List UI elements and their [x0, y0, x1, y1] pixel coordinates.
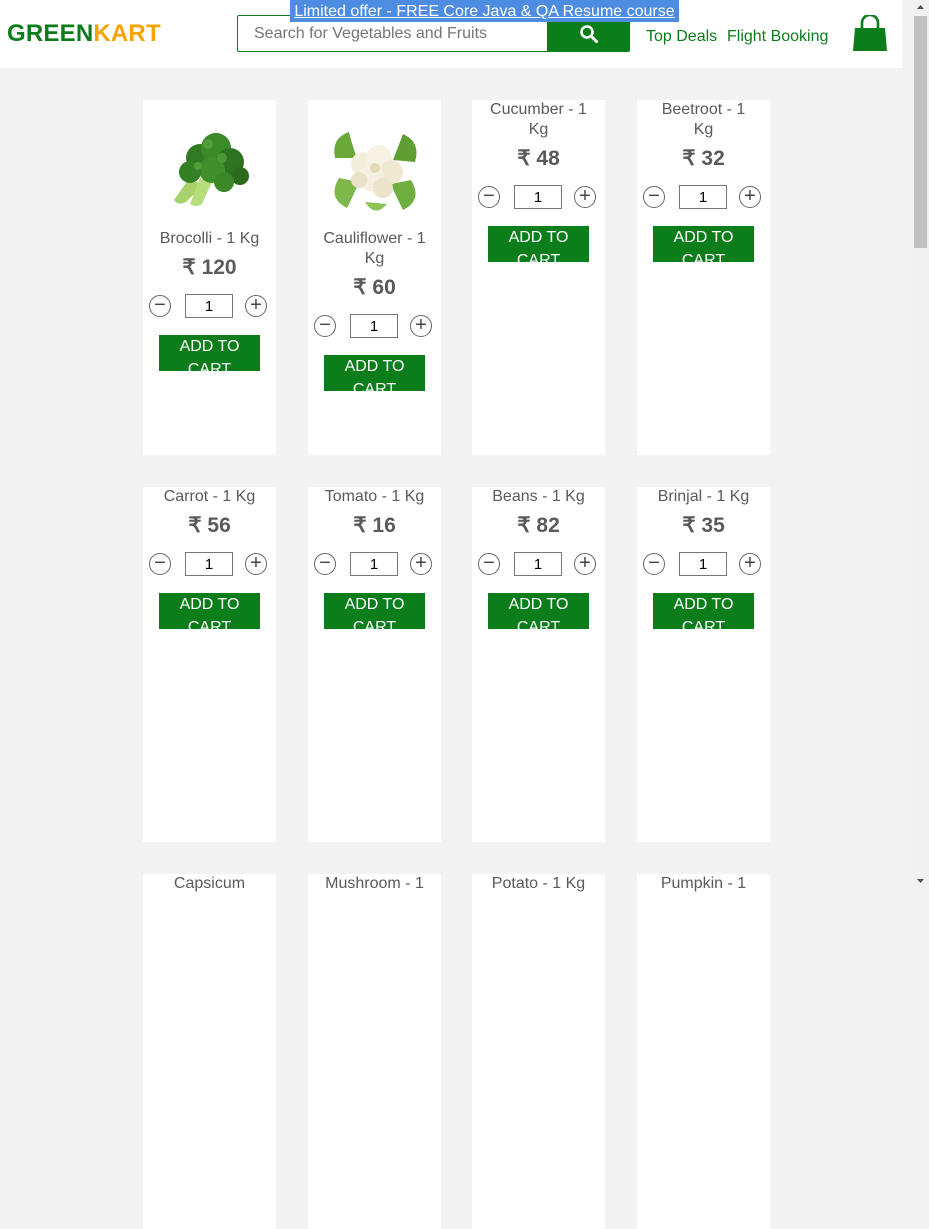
quantity-stepper: − + [472, 185, 605, 210]
product-price: ₹ 48 [517, 147, 560, 170]
product-grid: Brocolli - 1 Kg ₹ 120 − + ADD TO CART Ca… [0, 0, 929, 1229]
decrement-button[interactable]: − [314, 553, 336, 575]
product-card: Beetroot - 1 Kg ₹ 32 − + ADD TO CART [637, 100, 770, 455]
quantity-stepper: − + [637, 552, 770, 577]
quantity-input[interactable] [185, 294, 233, 318]
scrollbar-thumb[interactable] [914, 16, 927, 248]
product-card: Mushroom - 1 [308, 874, 441, 1229]
decrement-button[interactable]: − [643, 186, 665, 208]
product-card: Pumpkin - 1 [637, 874, 770, 1229]
product-name: Beetroot - 1 Kg [661, 101, 746, 138]
decrement-button[interactable]: − [643, 553, 665, 575]
add-to-cart-button[interactable]: ADD TO CART [653, 593, 754, 629]
product-card: Beans - 1 Kg ₹ 82 − + ADD TO CART [472, 487, 605, 842]
quantity-stepper: − + [143, 552, 276, 577]
increment-button[interactable]: + [739, 553, 761, 575]
product-name: Cucumber - 1 Kg [490, 101, 587, 138]
quantity-input[interactable] [679, 185, 727, 209]
increment-button[interactable]: + [245, 295, 267, 317]
scroll-down-arrow-icon[interactable] [912, 874, 929, 888]
product-name: Capsicum [173, 875, 246, 892]
increment-button[interactable]: + [574, 553, 596, 575]
cauliflower-image [333, 132, 416, 211]
product-card: Brinjal - 1 Kg ₹ 35 − + ADD TO CART [637, 487, 770, 842]
product-price: ₹ 56 [188, 514, 231, 537]
add-to-cart-button[interactable]: ADD TO CART [488, 593, 589, 629]
product-name: Pumpkin - 1 [660, 875, 747, 892]
quantity-input[interactable] [350, 314, 398, 338]
product-price: ₹ 32 [682, 147, 725, 170]
product-card: Brocolli - 1 Kg ₹ 120 − + ADD TO CART [143, 100, 276, 455]
product-name: Cauliflower - 1 Kg [323, 230, 426, 267]
increment-button[interactable]: + [410, 553, 432, 575]
product-price: ₹ 120 [182, 256, 237, 279]
add-to-cart-button[interactable]: ADD TO CART [159, 593, 260, 629]
decrement-button[interactable]: − [149, 295, 171, 317]
decrement-button[interactable]: − [478, 553, 500, 575]
add-to-cart-button[interactable]: ADD TO CART [488, 226, 589, 262]
product-card: Tomato - 1 Kg ₹ 16 − + ADD TO CART [308, 487, 441, 842]
product-card: Cucumber - 1 Kg ₹ 48 − + ADD TO CART [472, 100, 605, 455]
increment-button[interactable]: + [410, 315, 432, 337]
quantity-stepper: − + [143, 294, 276, 319]
add-to-cart-button[interactable]: ADD TO CART [159, 335, 260, 371]
quantity-stepper: − + [308, 552, 441, 577]
quantity-input[interactable] [514, 552, 562, 576]
product-name: Carrot - 1 Kg [163, 488, 256, 505]
quantity-input[interactable] [679, 552, 727, 576]
product-name: Brocolli - 1 Kg [159, 230, 260, 247]
decrement-button[interactable]: − [149, 553, 171, 575]
vertical-scrollbar[interactable] [912, 0, 929, 888]
quantity-stepper: − + [308, 314, 441, 339]
product-card: Capsicum [143, 874, 276, 1229]
add-to-cart-button[interactable]: ADD TO CART [324, 593, 425, 629]
scroll-up-arrow-icon[interactable] [912, 0, 929, 14]
product-card: Carrot - 1 Kg ₹ 56 − + ADD TO CART [143, 487, 276, 842]
quantity-input[interactable] [514, 185, 562, 209]
decrement-button[interactable]: − [478, 186, 500, 208]
product-name: Tomato - 1 Kg [324, 488, 425, 505]
quantity-input[interactable] [350, 552, 398, 576]
product-name: Beans - 1 Kg [492, 488, 585, 505]
product-price: ₹ 16 [353, 514, 396, 537]
add-to-cart-button[interactable]: ADD TO CART [324, 355, 425, 391]
broccoli-image [173, 133, 249, 206]
product-price: ₹ 82 [517, 514, 560, 537]
product-card: Cauliflower - 1 Kg ₹ 60 − + ADD TO CART [308, 100, 441, 455]
product-name: Brinjal - 1 Kg [657, 488, 750, 505]
increment-button[interactable]: + [739, 186, 761, 208]
product-card: Potato - 1 Kg [472, 874, 605, 1229]
product-name: Mushroom - 1 [325, 875, 424, 892]
product-name: Potato - 1 Kg [491, 875, 586, 892]
add-to-cart-button[interactable]: ADD TO CART [653, 226, 754, 262]
quantity-stepper: − + [637, 185, 770, 210]
product-price: ₹ 35 [682, 514, 725, 537]
increment-button[interactable]: + [245, 553, 267, 575]
increment-button[interactable]: + [574, 186, 596, 208]
decrement-button[interactable]: − [314, 315, 336, 337]
quantity-stepper: − + [472, 552, 605, 577]
quantity-input[interactable] [185, 552, 233, 576]
product-price: ₹ 60 [353, 276, 396, 299]
